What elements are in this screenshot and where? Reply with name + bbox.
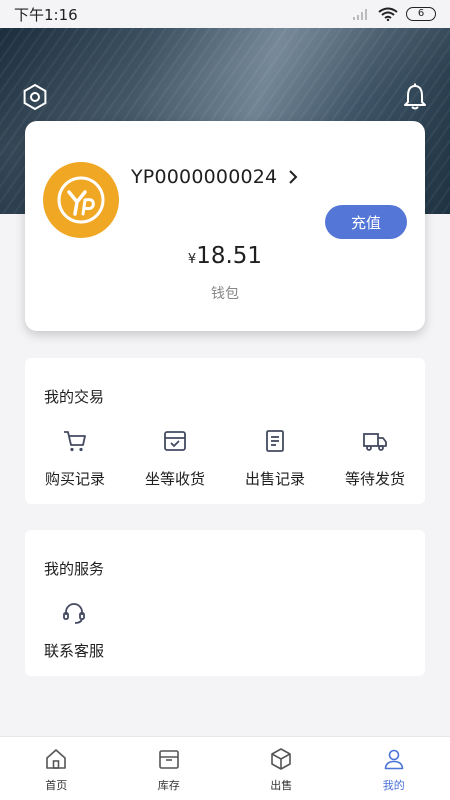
truck-icon: [363, 433, 387, 451]
await-shipment-item[interactable]: 等待发货: [325, 428, 425, 489]
item-label: 购买记录: [44, 470, 105, 488]
tab-label: 首页: [45, 779, 68, 792]
tab-inventory[interactable]: 库存: [113, 737, 226, 800]
item-label: 出售记录: [244, 470, 305, 488]
wallet-balance: ¥18.51: [25, 243, 425, 269]
chevron-right-icon: [289, 170, 298, 184]
wallet-card: YP0000000024 充值 ¥18.51 钱包: [25, 121, 425, 331]
tab-home[interactable]: 首页: [0, 737, 113, 800]
battery-level: 6: [417, 8, 425, 19]
settings-hexagon-icon[interactable]: [20, 82, 50, 112]
signal-icon: [353, 9, 367, 20]
sale-records-item[interactable]: 出售记录: [225, 428, 325, 489]
yp-logo-icon: [57, 176, 105, 224]
status-time: 下午1:16: [14, 5, 78, 24]
currency-symbol: ¥: [187, 252, 197, 267]
account-id: YP0000000024: [131, 166, 278, 188]
tab-label: 库存: [157, 779, 180, 792]
account-row[interactable]: YP0000000024: [131, 166, 299, 188]
tab-sell[interactable]: 出售: [225, 737, 338, 800]
wifi-icon: [378, 7, 398, 21]
item-label: 坐等收货: [144, 470, 205, 488]
inbox-check-icon: [164, 431, 186, 451]
battery-icon: 6: [406, 7, 436, 21]
package-icon: [271, 748, 292, 770]
headset-icon: [63, 603, 85, 624]
tab-mine[interactable]: 我的: [338, 737, 450, 800]
section-title: 我的交易: [44, 388, 105, 406]
cart-icon: [64, 431, 86, 452]
tab-label: 出售: [270, 779, 293, 792]
section-title: 我的服务: [44, 560, 105, 578]
purchase-records-item[interactable]: 购买记录: [25, 428, 125, 489]
trade-grid: 购买记录 坐等收货 出售记录 等待发货: [25, 428, 425, 489]
wallet-label: 钱包: [211, 286, 239, 302]
status-bar: 下午1:16 6: [0, 0, 450, 28]
contact-support-item[interactable]: 联系客服: [44, 600, 104, 661]
my-services-section: 我的服务 联系客服: [25, 530, 425, 676]
tab-label: 我的: [382, 779, 405, 792]
bottom-tab-bar: 首页 库存 出售 我的: [0, 736, 450, 800]
document-icon: [266, 430, 284, 452]
item-label: 等待发货: [344, 470, 405, 488]
await-receipt-item[interactable]: 坐等收货: [125, 428, 225, 489]
balance-amount: 18.51: [196, 243, 263, 269]
status-indicators: 6: [352, 7, 436, 21]
inventory-box-icon: [158, 750, 179, 769]
item-label: 联系客服: [44, 642, 105, 660]
avatar[interactable]: [43, 162, 119, 238]
home-icon: [46, 749, 67, 769]
my-trade-section: 我的交易 购买记录 坐等收货 出售记录 等待发货: [25, 358, 425, 504]
recharge-button[interactable]: 充值: [325, 205, 407, 239]
user-icon: [384, 749, 404, 770]
bell-icon[interactable]: [400, 82, 430, 112]
